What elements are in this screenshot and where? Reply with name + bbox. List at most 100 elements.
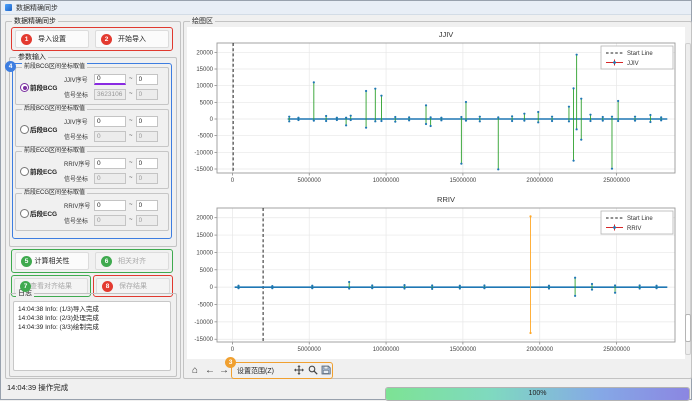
row-label: 信号坐标	[64, 132, 94, 141]
svg-text:5000000: 5000000	[298, 178, 322, 184]
save-icon[interactable]	[320, 362, 332, 379]
log-line: 14:04:39 Info: (3/3)绘制完成	[18, 323, 166, 332]
radio-bcg-front[interactable]	[20, 83, 29, 92]
left-panel-title: 数据精确同步	[12, 17, 58, 26]
svg-text:20000000: 20000000	[526, 178, 553, 184]
step-badge-2: 2	[101, 34, 112, 45]
log-line: 14:04:38 Info: (2/3)处理完成	[18, 314, 166, 323]
progress-bar: 100%	[385, 387, 690, 401]
range-separator: ~	[129, 133, 133, 139]
import-settings-button[interactable]: 1 导入设置	[15, 30, 89, 48]
svg-text:-15000: -15000	[194, 337, 213, 343]
seq-to-input[interactable]	[136, 200, 158, 211]
start-import-label: 开始导入	[118, 36, 146, 43]
correlation-align-label: 相关对齐	[118, 258, 146, 265]
range-separator: ~	[129, 118, 133, 124]
pan-icon[interactable]	[293, 362, 305, 379]
compute-correlation-button[interactable]: 5 计算相关性	[15, 252, 89, 270]
svg-text:RRIV: RRIV	[627, 226, 641, 232]
svg-text:0: 0	[231, 178, 235, 184]
row-label: JJIV序号	[64, 75, 94, 84]
coord-to-input	[136, 215, 158, 226]
log-output[interactable]: 14:04:38 Info: (1/3)导入完成 14:04:38 Info: …	[13, 301, 171, 371]
step-badge-7: 7	[20, 281, 31, 292]
plot-vertical-scrollbar[interactable]	[685, 43, 691, 355]
seq-from-input[interactable]	[94, 158, 126, 169]
svg-text:-10000: -10000	[194, 320, 213, 326]
svg-text:10000: 10000	[196, 84, 213, 90]
seq-from-input[interactable]	[94, 74, 126, 85]
svg-text:Start Line: Start Line	[627, 216, 653, 222]
step-badge-6: 6	[101, 256, 112, 267]
row-label: 信号坐标	[64, 216, 94, 225]
seq-from-input[interactable]	[94, 200, 126, 211]
coord-to-input	[136, 89, 158, 100]
title-bar: 数据精确同步	[1, 1, 691, 15]
set-range-button[interactable]: 设置范围(Z)	[237, 366, 274, 376]
seq-to-input[interactable]	[136, 116, 158, 127]
radio-label: 后段BCG	[30, 124, 57, 134]
svg-text:-10000: -10000	[194, 150, 213, 156]
radio-bcg-rear[interactable]	[20, 125, 29, 134]
coord-from-input	[94, 89, 126, 100]
correlation-align-button[interactable]: 6 相关对齐	[95, 252, 169, 270]
chart-title: JJIV	[439, 30, 454, 39]
radio-ecg-rear[interactable]	[20, 209, 29, 218]
step-badge-8: 8	[102, 281, 113, 292]
range-separator: ~	[129, 76, 133, 82]
back-icon[interactable]: ←	[204, 362, 216, 379]
app-window: 数据精确同步 数据精确同步 1 导入设置 2 开始导入 参数输入 4 前段BCG…	[0, 0, 692, 400]
status-message: 14:04:39 操作完成	[7, 382, 68, 393]
seq-to-input[interactable]	[136, 158, 158, 169]
svg-text:5000000: 5000000	[298, 347, 322, 353]
row-label: 信号坐标	[64, 90, 94, 99]
svg-text:5000: 5000	[200, 268, 214, 274]
svg-text:20000: 20000	[196, 216, 213, 222]
chart-title: RRIV	[437, 195, 455, 204]
coord-from-input	[94, 173, 126, 184]
coord-to-input	[136, 131, 158, 142]
range-separator: ~	[129, 91, 133, 97]
log-line: 14:04:38 Info: (1/3)导入完成	[18, 305, 166, 314]
seq-from-input[interactable]	[94, 116, 126, 127]
step-badge-4: 4	[5, 61, 16, 72]
row-label: RRIV序号	[64, 201, 94, 210]
radio-label: 前段ECG	[30, 166, 57, 176]
param-section-bcg-front: 前段BCG区间坐标取值 前段BCG JJIV序号 ~ 信号坐标 ~	[15, 67, 169, 105]
param-section-bcg-rear: 后段BCG区间坐标取值 后段BCG JJIV序号 ~ 信号坐标 ~	[15, 109, 169, 147]
radio-label: 后段ECG	[30, 208, 57, 218]
svg-text:10000000: 10000000	[373, 347, 400, 353]
app-icon	[5, 4, 12, 11]
param-section-ecg-rear: 后段ECG区间坐标取值 后段ECG RRIV序号 ~ 信号坐标 ~	[15, 193, 169, 231]
save-result-label: 保存结果	[119, 283, 147, 290]
scrollbar-handle[interactable]	[685, 314, 691, 342]
plot-canvas[interactable]: 0 5000000 10000000 15000000 20000000 25000000…	[187, 27, 685, 359]
svg-text:10000: 10000	[196, 250, 213, 256]
section-title: 前段ECG区间坐标取值	[22, 147, 87, 156]
progress-value: 100%	[386, 388, 689, 400]
svg-text:-5000: -5000	[198, 134, 214, 140]
seq-to-input[interactable]	[136, 74, 158, 85]
range-separator: ~	[129, 175, 133, 181]
compute-correlation-label: 计算相关性	[35, 258, 70, 265]
svg-text:0: 0	[210, 117, 214, 123]
step-badge-5: 5	[21, 256, 32, 267]
start-import-button[interactable]: 2 开始导入	[95, 30, 169, 48]
rriv-chart: 0500000010000000150000002000000025000000…	[194, 195, 675, 353]
range-separator: ~	[129, 202, 133, 208]
step-badge-3: 3	[225, 357, 236, 368]
save-result-button[interactable]: 8 保存结果	[96, 278, 170, 294]
range-separator: ~	[129, 160, 133, 166]
param-section-ecg-front: 前段ECG区间坐标取值 前段ECG RRIV序号 ~ 信号坐标 ~	[15, 151, 169, 189]
legend-box: Start Line RRIV	[601, 211, 673, 234]
svg-text:15000000: 15000000	[450, 178, 477, 184]
coord-to-input	[136, 173, 158, 184]
section-title: 后段BCG区间坐标取值	[22, 105, 87, 114]
svg-text:25000000: 25000000	[603, 347, 630, 353]
home-icon[interactable]: ⌂	[189, 362, 201, 379]
row-label: JJIV序号	[64, 117, 94, 126]
zoom-icon[interactable]	[307, 362, 319, 379]
svg-text:JJIV: JJIV	[627, 61, 639, 67]
legend-box: Start LineJJIV	[601, 46, 673, 69]
radio-ecg-front[interactable]	[20, 167, 29, 176]
